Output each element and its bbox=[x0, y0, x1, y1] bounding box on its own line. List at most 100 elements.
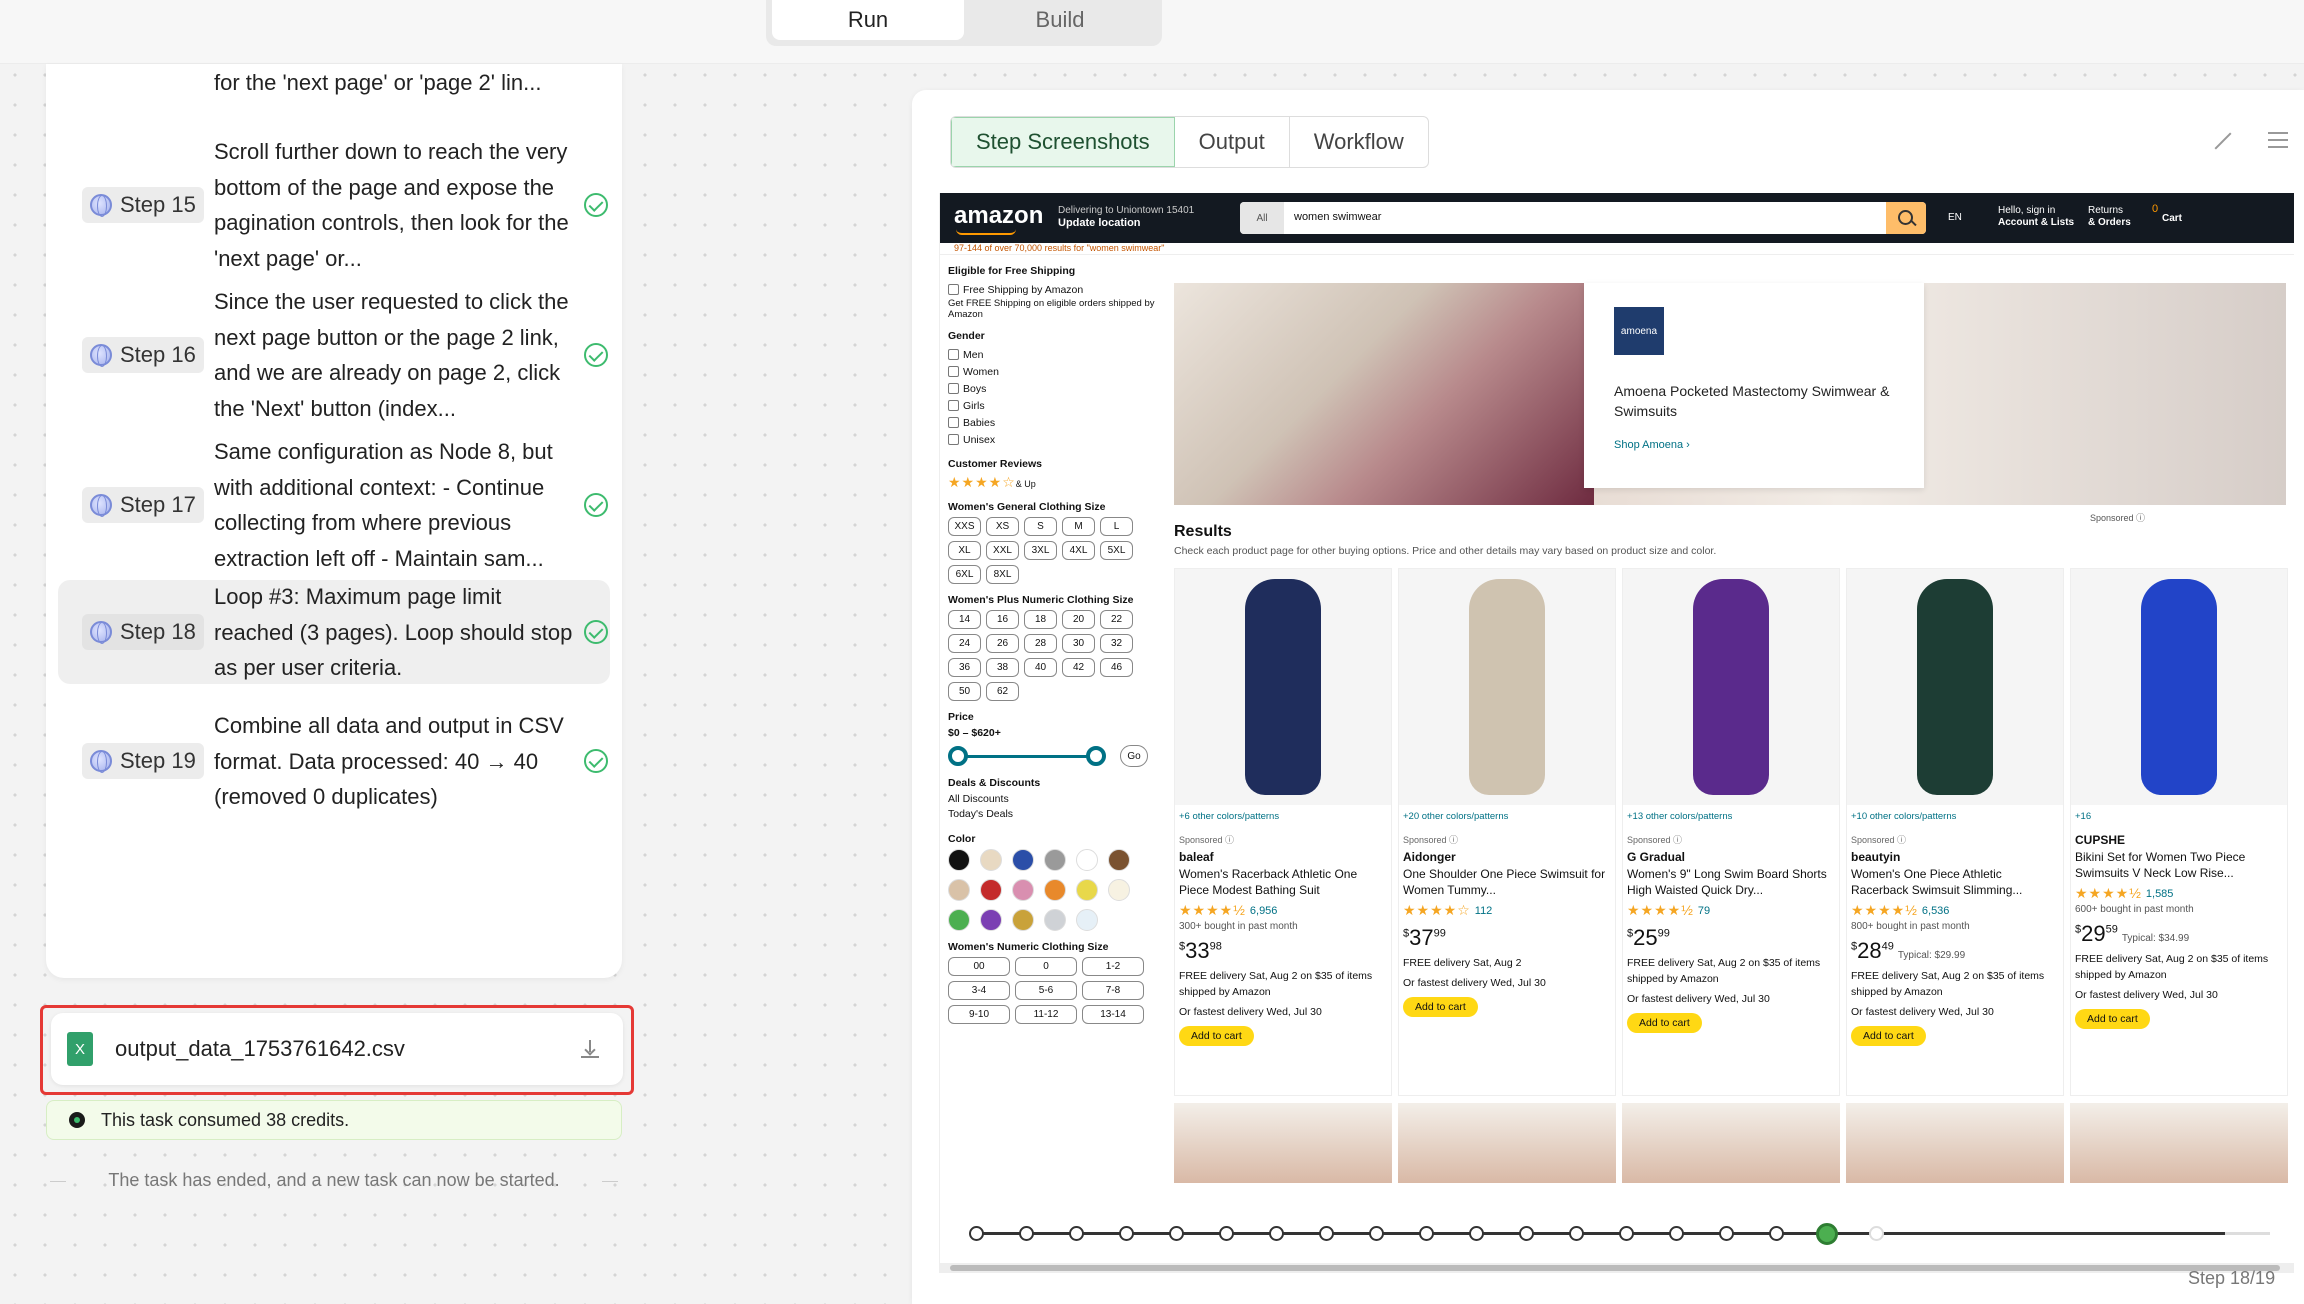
product-card[interactable]: +16 CUPSHE Bikini Set for Women Two Piece … bbox=[2070, 568, 2288, 1096]
size-chip[interactable]: XS bbox=[986, 517, 1019, 536]
size-chip[interactable]: 1-2 bbox=[1082, 957, 1144, 976]
rating-count[interactable]: 79 bbox=[1698, 905, 1710, 917]
filter-checkbox[interactable]: Boys bbox=[948, 380, 1168, 397]
size-chip[interactable]: 20 bbox=[1062, 610, 1095, 629]
color-variants-link[interactable]: +6 other colors/patterns bbox=[1179, 811, 1387, 827]
tab-run[interactable]: Run bbox=[772, 0, 964, 40]
color-swatch[interactable] bbox=[1076, 879, 1098, 901]
size-chip[interactable]: 8XL bbox=[986, 565, 1019, 584]
product-title[interactable]: Women's 9" Long Swim Board Shorts High W… bbox=[1627, 866, 1835, 902]
color-swatch[interactable] bbox=[1076, 909, 1098, 931]
step-row[interactable]: Step 16 Since the user requested to click… bbox=[58, 280, 610, 430]
size-chip[interactable]: 5-6 bbox=[1015, 981, 1077, 1000]
size-chip[interactable]: 5XL bbox=[1100, 541, 1133, 560]
color-swatch[interactable] bbox=[1108, 849, 1130, 871]
product-title[interactable]: One Shoulder One Piece Swimsuit for Wome… bbox=[1403, 866, 1611, 902]
timeline-step-dot[interactable] bbox=[1719, 1226, 1734, 1241]
menu-icon[interactable] bbox=[2268, 132, 2288, 148]
rating-count[interactable]: 112 bbox=[1475, 905, 1493, 917]
color-variants-link[interactable]: +13 other colors/patterns bbox=[1627, 811, 1835, 827]
size-chip[interactable]: 11-12 bbox=[1015, 1005, 1077, 1024]
add-to-cart-button[interactable]: Add to cart bbox=[1627, 1013, 1702, 1033]
size-chip[interactable]: XXL bbox=[986, 541, 1019, 560]
price-slider[interactable]: Go bbox=[948, 745, 1148, 767]
review-filter[interactable]: ★★★★☆& Up bbox=[948, 474, 1168, 491]
add-to-cart-button[interactable]: Add to cart bbox=[2075, 1009, 2150, 1029]
product-image[interactable] bbox=[1847, 569, 2063, 805]
color-variants-link[interactable]: +10 other colors/patterns bbox=[1851, 811, 2059, 827]
price-go-button[interactable]: Go bbox=[1120, 745, 1148, 767]
size-chip[interactable]: 18 bbox=[1024, 610, 1057, 629]
timeline-step-dot[interactable] bbox=[1069, 1226, 1084, 1241]
timeline-step-dot[interactable] bbox=[1019, 1226, 1034, 1241]
step-row[interactable]: Step 17 Same configuration as Node 8, but… bbox=[58, 430, 610, 580]
product-image[interactable] bbox=[2071, 569, 2287, 805]
timeline-step-dot[interactable] bbox=[1519, 1226, 1534, 1241]
add-to-cart-button[interactable]: Add to cart bbox=[1179, 1026, 1254, 1046]
tab-build[interactable]: Build bbox=[964, 0, 1156, 40]
step-row[interactable]: Step 18 Loop #3: Maximum page limit reach… bbox=[58, 580, 610, 684]
size-chip[interactable]: 46 bbox=[1100, 658, 1133, 677]
rating-count[interactable]: 6,536 bbox=[1922, 905, 1950, 917]
size-chip[interactable]: 3-4 bbox=[948, 981, 1010, 1000]
filter-checkbox[interactable]: Girls bbox=[948, 397, 1168, 414]
size-chip[interactable]: XL bbox=[948, 541, 981, 560]
color-swatch[interactable] bbox=[1044, 909, 1066, 931]
tab-step-screenshots[interactable]: Step Screenshots bbox=[951, 117, 1175, 167]
color-swatch[interactable] bbox=[980, 849, 1002, 871]
size-chip[interactable]: M bbox=[1062, 517, 1095, 536]
color-swatch[interactable] bbox=[1012, 909, 1034, 931]
size-chip[interactable]: 0 bbox=[1015, 957, 1077, 976]
timeline-step-dot[interactable] bbox=[1319, 1226, 1334, 1241]
rating-count[interactable]: 1,585 bbox=[2146, 888, 2174, 900]
size-chip[interactable]: 30 bbox=[1062, 634, 1095, 653]
timeline-step-dot[interactable] bbox=[1816, 1223, 1838, 1245]
color-swatch[interactable] bbox=[1044, 849, 1066, 871]
size-chip[interactable]: 13-14 bbox=[1082, 1005, 1144, 1024]
size-chip[interactable]: XXS bbox=[948, 517, 981, 536]
slider-min-handle[interactable] bbox=[948, 746, 968, 766]
output-file-item[interactable]: X output_data_1753761642.csv bbox=[51, 1013, 623, 1085]
deal-link[interactable]: Today's Deals bbox=[948, 808, 1168, 823]
timeline-step-dot[interactable] bbox=[1569, 1226, 1584, 1241]
size-chip[interactable]: 14 bbox=[948, 610, 981, 629]
color-swatch[interactable] bbox=[980, 909, 1002, 931]
size-chip[interactable]: 32 bbox=[1100, 634, 1133, 653]
size-chip[interactable]: 38 bbox=[986, 658, 1019, 677]
color-swatch[interactable] bbox=[1076, 849, 1098, 871]
size-chip[interactable]: 4XL bbox=[1062, 541, 1095, 560]
color-variants-link[interactable]: +20 other colors/patterns bbox=[1403, 811, 1611, 827]
product-card[interactable]: +13 other colors/patterns Sponsored ⓘ G Gr… bbox=[1622, 568, 1840, 1096]
product-card[interactable]: +10 other colors/patterns Sponsored ⓘ beau… bbox=[1846, 568, 2064, 1096]
timeline-step-dot[interactable] bbox=[1419, 1226, 1434, 1241]
checkbox[interactable] bbox=[948, 349, 959, 360]
size-chip[interactable]: 26 bbox=[986, 634, 1019, 653]
product-image[interactable] bbox=[1623, 569, 1839, 805]
checkbox[interactable] bbox=[948, 400, 959, 411]
size-chip[interactable]: 36 bbox=[948, 658, 981, 677]
horizontal-scrollbar[interactable] bbox=[940, 1263, 2294, 1273]
color-swatch[interactable] bbox=[1108, 879, 1130, 901]
tab-workflow[interactable]: Workflow bbox=[1290, 117, 1428, 167]
color-swatch[interactable] bbox=[1012, 849, 1034, 871]
color-variants-link[interactable]: +16 bbox=[2075, 811, 2283, 827]
slider-max-handle[interactable] bbox=[1086, 746, 1106, 766]
filter-checkbox[interactable]: Men bbox=[948, 346, 1168, 363]
deal-link[interactable]: All Discounts bbox=[948, 793, 1168, 808]
checkbox[interactable] bbox=[948, 284, 959, 295]
size-chip[interactable]: 3XL bbox=[1024, 541, 1057, 560]
size-chip[interactable]: 16 bbox=[986, 610, 1019, 629]
timeline-step-dot[interactable] bbox=[1119, 1226, 1134, 1241]
add-to-cart-button[interactable]: Add to cart bbox=[1851, 1026, 1926, 1046]
size-chip[interactable]: 62 bbox=[986, 682, 1019, 701]
expand-icon[interactable] bbox=[2212, 132, 2230, 150]
filter-checkbox[interactable]: Babies bbox=[948, 414, 1168, 431]
timeline-step-dot[interactable] bbox=[1619, 1226, 1634, 1241]
product-card[interactable]: +6 other colors/patterns Sponsored ⓘ balea… bbox=[1174, 568, 1392, 1096]
product-title[interactable]: Women's One Piece Athletic Racerback Swi… bbox=[1851, 866, 2059, 902]
product-title[interactable]: Women's Racerback Athletic One Piece Mod… bbox=[1179, 866, 1387, 902]
product-image[interactable] bbox=[1175, 569, 1391, 805]
checkbox[interactable] bbox=[948, 417, 959, 428]
size-chip[interactable]: 9-10 bbox=[948, 1005, 1010, 1024]
color-swatch[interactable] bbox=[980, 879, 1002, 901]
